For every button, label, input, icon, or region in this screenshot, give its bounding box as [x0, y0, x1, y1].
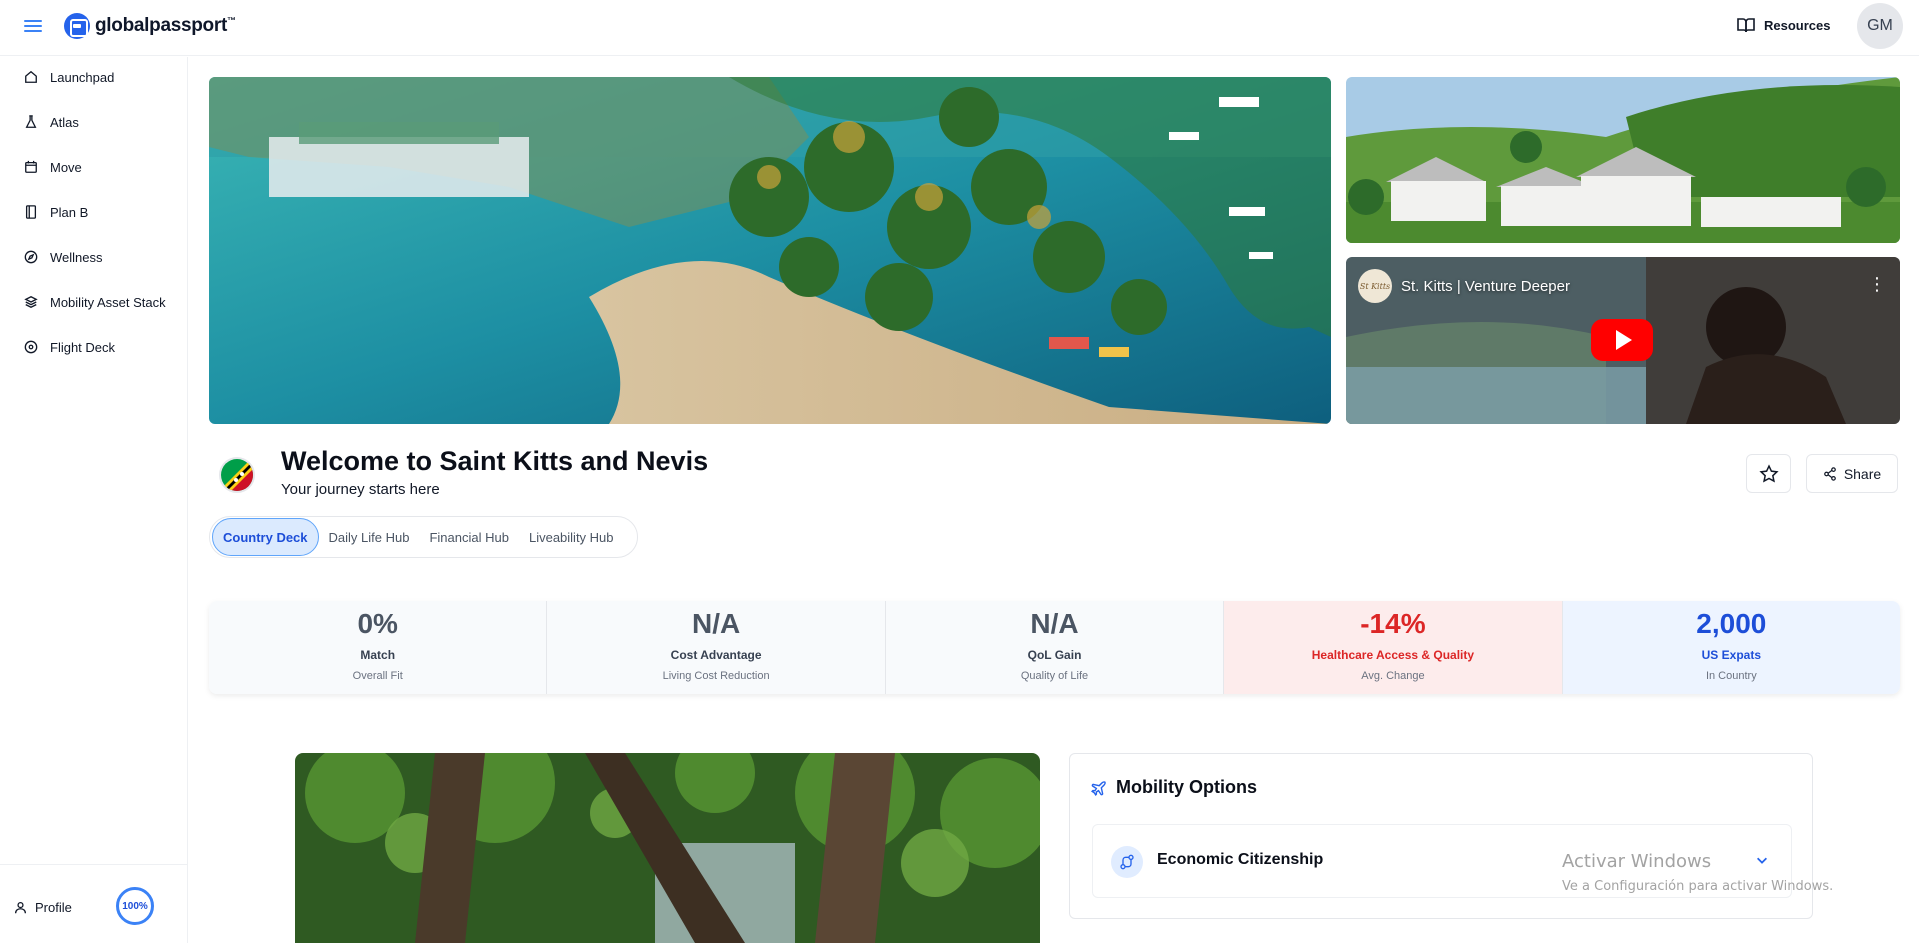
sidebar-item-wellness[interactable]: Wellness — [14, 241, 184, 273]
page-title: Welcome to Saint Kitts and Nevis — [281, 446, 709, 476]
stat-sublabel: Living Cost Reduction — [662, 670, 770, 682]
book-open-icon — [1737, 18, 1755, 33]
profile-link[interactable]: Profile — [14, 900, 72, 915]
stat-value: 0% — [357, 608, 398, 639]
hub-tabs: Country Deck Daily Life Hub Financial Hu… — [209, 516, 638, 558]
stat-label: Healthcare Access & Quality — [1311, 648, 1475, 662]
sidebar-item-plan-b[interactable]: Plan B — [14, 196, 184, 228]
sidebar-item-mobility-asset-stack[interactable]: Mobility Asset Stack — [14, 286, 184, 318]
top-bar: globalpassport™ Resources GM — [0, 0, 1919, 56]
route-icon — [1111, 846, 1143, 878]
stat-value: -14% — [1360, 608, 1426, 639]
tree-image — [295, 753, 1040, 943]
sidebar-item-label: Launchpad — [50, 69, 115, 85]
windows-activation-watermark: Activar Windows Ve a Configuración para … — [1562, 851, 1833, 894]
user-icon — [14, 901, 27, 914]
resort-image[interactable] — [1346, 77, 1900, 243]
stats-bar: 0% Match Overall Fit N/A Cost Advantage … — [209, 601, 1900, 694]
channel-avatar[interactable]: St Kitts — [1358, 269, 1392, 303]
tab-daily-life-hub[interactable]: Daily Life Hub — [319, 518, 420, 556]
stat-label: US Expats — [1701, 648, 1761, 662]
mobility-options-card: Mobility Options Economic Citizenship — [1069, 753, 1813, 919]
sidebar-footer: Profile 100% — [0, 864, 188, 943]
favorite-button[interactable] — [1746, 454, 1791, 493]
sidebar-item-label: Move — [50, 159, 82, 175]
logo-text: globalpassport™ — [95, 15, 236, 36]
page-subtitle: Your journey starts here — [281, 481, 440, 498]
logo[interactable]: globalpassport™ — [64, 13, 236, 39]
tab-financial-hub[interactable]: Financial Hub — [419, 518, 519, 556]
avatar[interactable]: GM — [1857, 3, 1903, 49]
watermark-subtitle: Ve a Configuración para activar Windows. — [1562, 879, 1834, 894]
layers-icon — [24, 296, 38, 308]
stat-cost-advantage: N/A Cost Advantage Living Cost Reduction — [547, 601, 886, 694]
profile-completion-ring: 100% — [116, 887, 154, 925]
profile-label: Profile — [35, 900, 72, 915]
stat-us-expats: 2,000 US Expats In Country — [1562, 601, 1900, 694]
menu-icon[interactable] — [22, 17, 44, 37]
resources-label: Resources — [1764, 17, 1831, 33]
stat-label: Match — [360, 648, 396, 662]
mobility-title: Mobility Options — [1116, 777, 1257, 797]
tab-country-deck[interactable]: Country Deck — [212, 518, 319, 556]
video-player[interactable]: St Kitts St. Kitts | Venture Deeper ⋮ — [1346, 257, 1900, 424]
stat-label: Cost Advantage — [670, 648, 762, 662]
stat-sublabel: Quality of Life — [1020, 670, 1089, 682]
target-icon — [24, 340, 38, 354]
sidebar: Launchpad Atlas Move Plan B Wellness Mob… — [0, 57, 188, 943]
video-title[interactable]: St. Kitts | Venture Deeper — [1401, 278, 1570, 295]
stat-match: 0% Match Overall Fit — [209, 601, 548, 694]
star-icon — [1758, 463, 1779, 483]
sidebar-item-label: Wellness — [50, 249, 103, 265]
sidebar-item-label: Plan B — [50, 204, 89, 220]
watermark-title: Activar Windows — [1562, 851, 1712, 872]
stat-sublabel: Avg. Change — [1361, 670, 1425, 682]
mobility-option-label: Economic Citizenship — [1157, 851, 1324, 868]
flag-icon — [219, 457, 255, 493]
flask-icon — [25, 115, 37, 128]
tab-liveability-hub[interactable]: Liveability Hub — [519, 518, 624, 556]
share-button[interactable]: Share — [1806, 454, 1898, 493]
sidebar-item-label: Mobility Asset Stack — [50, 294, 166, 310]
sidebar-item-flight-deck[interactable]: Flight Deck — [14, 331, 184, 363]
stat-value: N/A — [691, 608, 741, 639]
sidebar-item-move[interactable]: Move — [14, 151, 184, 183]
logo-icon — [64, 13, 90, 39]
sidebar-item-launchpad[interactable]: Launchpad — [14, 61, 184, 93]
share-label: Share — [1843, 465, 1882, 482]
sidebar-item-label: Flight Deck — [50, 339, 116, 355]
play-icon[interactable] — [1591, 319, 1653, 361]
book-icon — [25, 205, 37, 219]
stat-healthcare: -14% Healthcare Access & Quality Avg. Ch… — [1224, 601, 1563, 694]
stat-value: 2,000 — [1696, 608, 1767, 639]
hero-beach-image[interactable] — [209, 77, 1331, 424]
stat-qol-gain: N/A QoL Gain Quality of Life — [885, 601, 1225, 694]
more-vertical-icon[interactable]: ⋮ — [1868, 275, 1886, 293]
calendar-icon — [25, 160, 37, 173]
compass-icon — [24, 250, 38, 264]
sidebar-item-label: Atlas — [50, 114, 79, 130]
plane-icon — [1091, 781, 1106, 796]
home-icon — [25, 70, 37, 83]
stat-label: QoL Gain — [1027, 648, 1082, 662]
resources-link[interactable]: Resources — [1737, 17, 1830, 33]
stat-sublabel: Overall Fit — [352, 670, 403, 682]
stat-value: N/A — [1030, 608, 1079, 639]
share-icon — [1823, 466, 1836, 481]
stat-sublabel: In Country — [1705, 670, 1757, 682]
sidebar-item-atlas[interactable]: Atlas — [14, 106, 184, 138]
